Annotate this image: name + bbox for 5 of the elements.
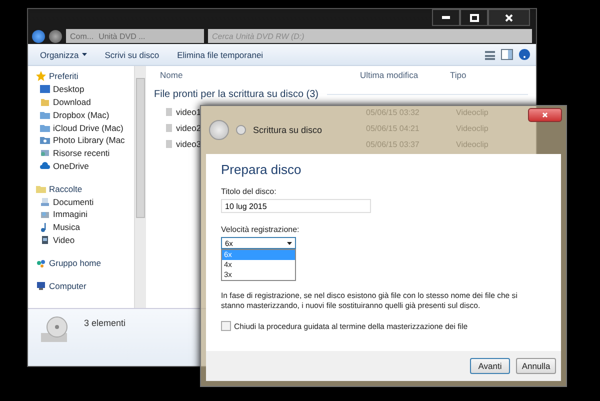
dialog-heading: Prepara disco	[221, 162, 302, 177]
field-label: Velocità registrazione:	[221, 225, 300, 234]
field-label: Titolo del disco:	[221, 187, 278, 196]
dialog-title: Scrittura su disco	[253, 125, 322, 135]
item-count: 3 elementi	[84, 318, 126, 328]
